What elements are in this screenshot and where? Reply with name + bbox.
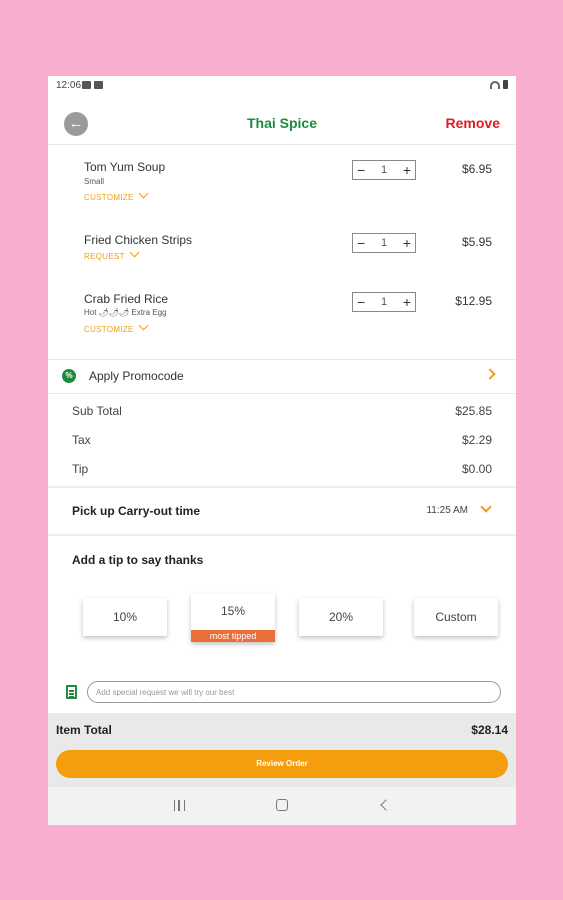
request-toggle[interactable]: REQUEST: [84, 247, 140, 261]
divider: [48, 393, 516, 394]
item-price: $5.95: [461, 235, 492, 249]
chevron-down-icon[interactable]: [480, 501, 492, 513]
cart-item: Crab Fried Rice Hot 🌶🌶🌶 Extra Egg CUSTOM…: [84, 292, 504, 342]
gallery-notification-icon: [82, 81, 91, 89]
customize-toggle[interactable]: CUSTOMIZE: [84, 320, 149, 334]
item-name: Fried Chicken Strips: [84, 233, 193, 247]
decrement-button[interactable]: −: [357, 163, 365, 177]
item-name: Crab Fried Rice: [84, 292, 169, 306]
increment-button[interactable]: +: [403, 163, 411, 177]
remove-button[interactable]: Remove: [446, 115, 500, 131]
quantity-stepper: − 1 +: [352, 233, 416, 253]
item-total-label: Item Total: [56, 723, 112, 737]
tip-option-20[interactable]: 20%: [299, 598, 383, 636]
tip-option-label: 15%: [220, 604, 246, 618]
subtotal-row: Sub Total $25.85: [72, 404, 492, 418]
tip-option-15[interactable]: 15% most tipped: [191, 594, 275, 642]
promo-label: Apply Promocode: [89, 369, 184, 383]
increment-button[interactable]: +: [403, 295, 411, 309]
decrement-button[interactable]: −: [357, 236, 365, 250]
decrement-button[interactable]: −: [357, 295, 365, 309]
quantity-stepper: − 1 +: [352, 160, 416, 180]
tip-value: $0.00: [461, 462, 492, 476]
status-bar: 12:06: [48, 76, 516, 96]
review-order-button[interactable]: Review Order: [56, 750, 508, 778]
item-price: $6.95: [461, 162, 492, 176]
chevron-down-icon: [138, 320, 149, 331]
media-notification-icon: [94, 81, 103, 89]
subtotal-label: Sub Total: [72, 404, 122, 418]
most-tipped-badge: most tipped: [191, 630, 275, 642]
quantity-stepper: − 1 +: [352, 292, 416, 312]
tip-row: Tip $0.00: [72, 462, 492, 476]
divider: [48, 144, 516, 145]
pickup-time-select[interactable]: 11:25 AM: [426, 505, 468, 516]
tax-label: Tax: [72, 433, 91, 447]
header: ← Thai Spice Remove: [48, 106, 516, 142]
chevron-down-icon: [138, 188, 149, 199]
item-name: Tom Yum Soup: [84, 160, 166, 174]
tip-option-10[interactable]: 10%: [83, 598, 167, 636]
tax-value: $2.29: [461, 433, 492, 447]
promo-badge-icon: %: [62, 369, 76, 383]
pickup-label: Pick up Carry-out time: [72, 504, 201, 518]
tip-label: Tip: [72, 462, 89, 476]
apply-promocode-row[interactable]: % Apply Promocode: [48, 360, 516, 392]
notepad-icon: [66, 685, 77, 699]
item-detail: Hot 🌶🌶🌶 Extra Egg: [84, 308, 167, 317]
tax-row: Tax $2.29: [72, 433, 492, 447]
divider: [48, 486, 516, 488]
subtotal-value: $25.85: [455, 404, 492, 418]
item-price: $12.95: [455, 294, 492, 308]
home-icon[interactable]: [276, 799, 288, 811]
divider: [48, 534, 516, 536]
cart-item: Tom Yum Soup Small CUSTOMIZE − 1 + $6.95: [84, 160, 504, 210]
cart-item: Fried Chicken Strips REQUEST − 1 + $5.95: [84, 233, 504, 283]
recents-icon[interactable]: [174, 800, 185, 811]
status-time: 12:06: [56, 80, 82, 91]
special-request-input[interactable]: [87, 681, 501, 703]
chevron-down-icon: [129, 247, 140, 258]
chevron-right-icon: [484, 368, 496, 380]
order-footer: Item Total $28.14 Review Order: [48, 713, 516, 787]
customize-toggle[interactable]: CUSTOMIZE: [84, 188, 149, 202]
battery-icon: [503, 80, 508, 89]
quantity-value: 1: [380, 296, 388, 308]
tip-section-title: Add a tip to say thanks: [72, 553, 204, 567]
system-nav-bar: [48, 787, 516, 825]
item-detail: Small: [84, 177, 105, 186]
back-nav-icon[interactable]: [380, 799, 392, 811]
increment-button[interactable]: +: [403, 236, 411, 250]
tip-option-custom[interactable]: Custom: [414, 598, 498, 636]
quantity-value: 1: [380, 237, 388, 249]
wifi-icon: [490, 80, 500, 89]
quantity-value: 1: [380, 164, 388, 176]
app-window: 12:06 ← Thai Spice Remove Tom Yum Soup S…: [48, 76, 516, 825]
item-total-value: $28.14: [471, 723, 508, 737]
